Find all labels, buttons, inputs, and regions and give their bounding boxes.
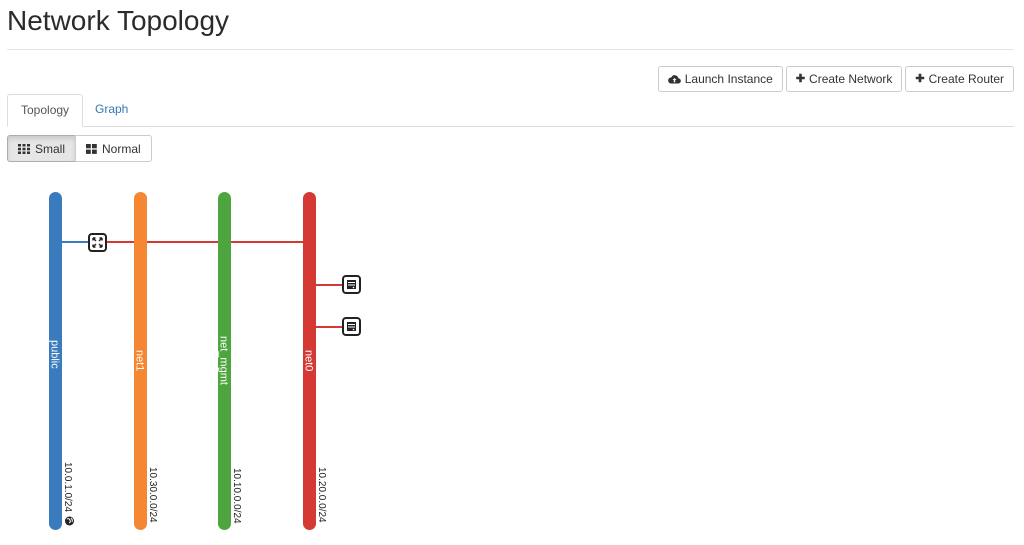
network-net-mgmt[interactable]: net_mgmt	[218, 192, 232, 530]
normal-size-label: Normal	[102, 141, 141, 156]
tab-graph[interactable]: Graph	[82, 94, 141, 127]
router-icon[interactable]	[88, 233, 107, 252]
launch-instance-label: Launch Instance	[684, 72, 773, 86]
server-icon[interactable]	[342, 275, 361, 294]
create-router-label: Create Router	[928, 72, 1004, 86]
small-size-button[interactable]: Small	[7, 135, 77, 162]
topology-svg: public 10.0.1.0/24 net1 10.30.0.0/24 net…	[49, 192, 361, 530]
grid-small-icon	[18, 143, 30, 154]
network-cidr: 10.0.1.0/24	[62, 462, 73, 512]
page: Network Topology Launch Instance ✚ Creat…	[0, 0, 1024, 545]
network-name: net0	[303, 350, 315, 371]
normal-size-button[interactable]: Normal	[75, 135, 152, 162]
network-public[interactable]: public	[49, 192, 63, 530]
network-name: public	[49, 340, 61, 369]
server-icon[interactable]	[342, 317, 361, 336]
small-size-label: Small	[35, 141, 66, 156]
create-network-label: Create Network	[809, 72, 893, 86]
network-net1[interactable]: net1	[134, 192, 148, 530]
network-name: net1	[134, 350, 146, 371]
grid-large-icon	[86, 143, 97, 154]
network-cidr: 10.10.0.0/24	[231, 468, 242, 524]
create-router-button[interactable]: ✚ Create Router	[905, 66, 1014, 92]
page-title: Network Topology	[7, 5, 230, 36]
create-network-button[interactable]: ✚ Create Network	[785, 66, 903, 92]
plus-icon: ✚	[915, 72, 925, 85]
network-name: net_mgmt	[218, 336, 230, 385]
size-toggle: Small Normal	[7, 135, 152, 162]
tab-topology[interactable]: Topology	[7, 94, 84, 127]
network-cidr: 10.30.0.0/24	[147, 467, 158, 523]
action-bar: Launch Instance ✚ Create Network ✚ Creat…	[657, 66, 1014, 92]
launch-instance-button[interactable]: Launch Instance	[657, 66, 783, 92]
view-tabs: Topology Graph	[7, 94, 1014, 127]
network-net0[interactable]: net0	[303, 192, 317, 530]
plus-icon: ✚	[795, 72, 806, 85]
topology-canvas: public 10.0.1.0/24 net1 10.30.0.0/24 net…	[0, 180, 1024, 545]
title-divider	[7, 49, 1014, 50]
cloud-upload-icon	[667, 74, 681, 84]
globe-icon	[65, 516, 74, 526]
network-cidr: 10.20.0.0/24	[316, 467, 327, 523]
